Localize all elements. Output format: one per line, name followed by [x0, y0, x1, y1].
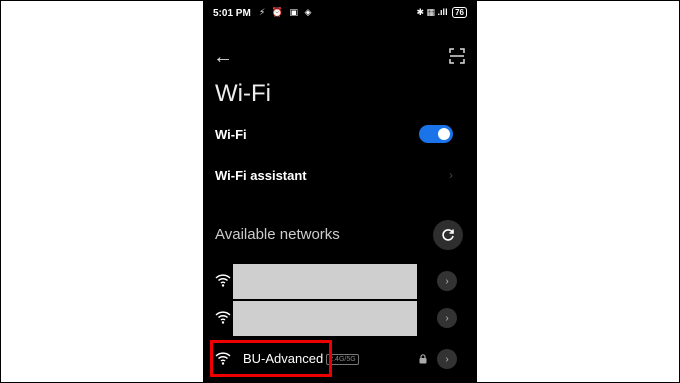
network-details-button[interactable]: ›: [437, 308, 457, 328]
page-title: Wi-Fi: [215, 80, 271, 107]
network-details-button[interactable]: ›: [437, 349, 457, 369]
network-item[interactable]: ›: [203, 301, 477, 336]
available-networks-heading: Available networks: [215, 226, 340, 243]
status-time: 5:01 PM: [213, 8, 251, 19]
back-arrow-icon[interactable]: ←: [213, 46, 233, 69]
lock-icon: [419, 354, 427, 364]
wifi-toggle-label: Wi-Fi: [215, 127, 247, 142]
highlight-box: [210, 340, 332, 377]
redacted-network-name: [233, 264, 417, 299]
wifi-signal-icon: [215, 311, 231, 324]
system-icons: ✱ ▦ .ıll 76: [417, 7, 467, 18]
refresh-button[interactable]: [433, 220, 463, 250]
status-bar: 5:01 PM ⚡ ⏰ ▣ ◈ ✱ ▦ .ıll 76: [203, 0, 477, 26]
wifi-toggle[interactable]: [419, 125, 453, 143]
signal-icons: ✱ ▦ .ıll: [416, 7, 448, 17]
phone-screen: 5:01 PM ⚡ ⏰ ▣ ◈ ✱ ▦ .ıll 76 ← Wi-Fi Wi-F…: [203, 0, 477, 383]
redacted-network-name: [233, 301, 417, 336]
network-item[interactable]: ›: [203, 264, 477, 299]
qr-scan-icon[interactable]: [449, 48, 465, 64]
wifi-signal-icon: [215, 274, 231, 287]
chevron-right-icon: ›: [449, 168, 453, 182]
notification-icons: ⚡ ⏰ ▣ ◈: [259, 7, 314, 17]
battery-icon: 76: [452, 7, 467, 18]
network-details-button[interactable]: ›: [437, 271, 457, 291]
wifi-assistant-item[interactable]: Wi-Fi assistant: [215, 168, 307, 183]
refresh-icon: [442, 229, 454, 241]
